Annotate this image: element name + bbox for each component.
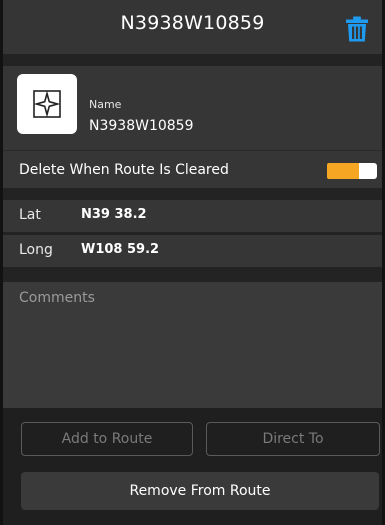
delete-when-cleared-row: Delete When Route Is Cleared bbox=[3, 150, 382, 189]
page-title: N3938W10859 bbox=[120, 12, 265, 34]
add-to-route-button[interactable]: Add to Route bbox=[21, 422, 193, 456]
action-buttons-area: Add to Route Direct To Remove From Route bbox=[3, 408, 382, 525]
waypoint-star-icon bbox=[33, 90, 61, 118]
long-row: Long W108 59.2 bbox=[3, 235, 382, 267]
delete-waypoint-button[interactable] bbox=[345, 16, 369, 42]
delete-when-cleared-label: Delete When Route Is Cleared bbox=[19, 162, 229, 178]
direct-to-button[interactable]: Direct To bbox=[206, 422, 380, 456]
header-bar: N3938W10859 bbox=[3, 0, 382, 54]
waypoint-detail-panel: N3938W10859 Name N3938W10859 Delete When… bbox=[3, 0, 382, 525]
name-value[interactable]: N3938W10859 bbox=[89, 118, 193, 134]
section-divider bbox=[3, 267, 382, 282]
section-divider bbox=[3, 188, 382, 200]
long-label: Long bbox=[19, 242, 53, 258]
name-label: Name bbox=[89, 98, 122, 111]
toggle-knob bbox=[359, 163, 377, 179]
lat-label: Lat bbox=[19, 207, 41, 223]
section-divider bbox=[3, 54, 382, 66]
lat-value[interactable]: N39 38.2 bbox=[81, 207, 147, 222]
long-value[interactable]: W108 59.2 bbox=[81, 242, 159, 257]
comments-placeholder: Comments bbox=[19, 290, 95, 306]
waypoint-info-section: Name N3938W10859 bbox=[3, 66, 382, 150]
toggle-track bbox=[327, 163, 359, 179]
waypoint-icon-button[interactable] bbox=[17, 74, 77, 134]
delete-when-cleared-toggle[interactable] bbox=[327, 163, 377, 179]
comments-field[interactable]: Comments bbox=[3, 282, 382, 408]
remove-from-route-button[interactable]: Remove From Route bbox=[21, 472, 379, 510]
trash-icon bbox=[346, 16, 368, 42]
lat-row: Lat N39 38.2 bbox=[3, 200, 382, 232]
